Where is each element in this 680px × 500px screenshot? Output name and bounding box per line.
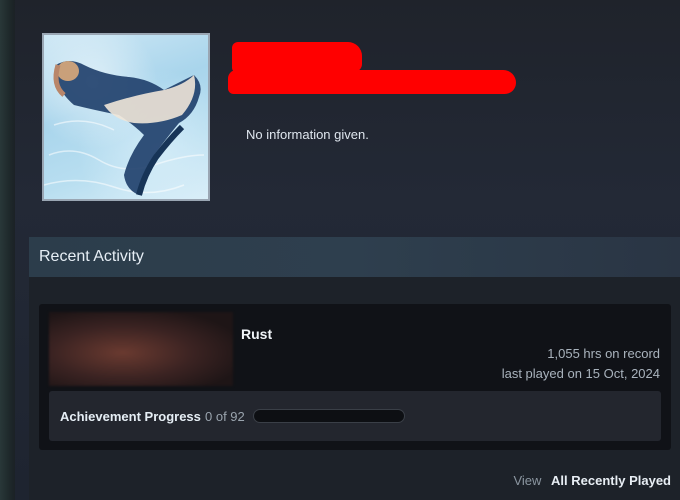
- recent-activity-header: Recent Activity: [29, 237, 680, 277]
- recently-played-footer: View All Recently Played: [513, 473, 671, 488]
- profile-summary: No information given.: [246, 127, 369, 142]
- game-name-link[interactable]: Rust: [241, 326, 272, 342]
- game-last-played: last played on 15 Oct, 2024: [501, 366, 660, 381]
- achievement-progress-bar: [253, 409, 405, 423]
- all-recently-played-link[interactable]: All Recently Played: [551, 473, 671, 488]
- redacted-username: [232, 42, 362, 72]
- avatar[interactable]: [42, 33, 210, 201]
- achievement-progress-label: Achievement Progress: [60, 409, 201, 424]
- mermaid-avatar-icon: [44, 61, 205, 196]
- left-edge-strip: [0, 0, 15, 500]
- recent-activity-title: Recent Activity: [39, 248, 144, 265]
- game-capsule-image[interactable]: [49, 312, 233, 386]
- redacted-username-line-2: [228, 70, 516, 94]
- view-label: View: [513, 473, 542, 488]
- achievement-count: 0 of 92: [205, 409, 245, 424]
- game-hours-on-record: 1,055 hrs on record: [547, 346, 660, 361]
